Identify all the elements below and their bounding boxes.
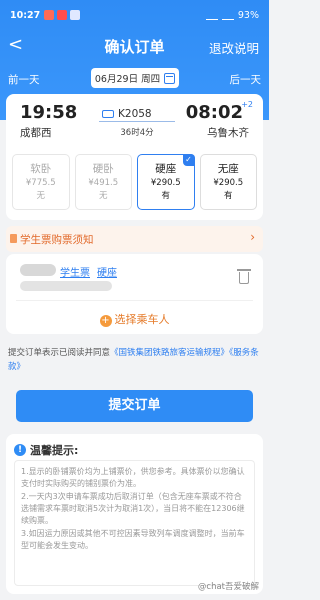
seat-option-soft-sleeper[interactable]: 软卧 ¥775.5 无	[12, 154, 70, 210]
info-icon: !	[14, 444, 26, 456]
tip-item: 1.显示的卧铺票价均为上铺票价，供您参考。具体票价以您确认支付时实际购买的铺别票…	[21, 467, 245, 488]
notification-icons	[44, 10, 80, 20]
tips-card: ! 温馨提示: 1.显示的卧铺票价均为上铺票价，供您参考。具体票价以您确认支付时…	[6, 434, 263, 594]
train-number-label: K2058	[118, 108, 152, 120]
app-notification-icon	[44, 10, 54, 20]
train-number[interactable]: K2058	[102, 108, 170, 120]
seat-options: 软卧 ¥775.5 无 硬卧 ¥491.5 无 ✓ 硬座 ¥290.5 有 无座…	[12, 154, 257, 210]
wifi-icon	[221, 12, 234, 20]
tips-content: 1.显示的卧铺票价均为上铺票价，供您参考。具体票价以您确认支付时实际购买的铺别票…	[14, 460, 255, 586]
passenger-name-redacted	[20, 264, 56, 276]
chevron-right-icon: ›	[250, 230, 255, 244]
next-day-button[interactable]: 后一天	[230, 72, 262, 87]
agreement-prefix: 提交订单表示已阅读并同意	[8, 348, 111, 358]
prev-day-button[interactable]: 前一天	[8, 72, 40, 87]
refund-rules-link[interactable]: 退改说明	[209, 38, 259, 57]
route-line	[99, 121, 175, 122]
status-time: 10:27	[10, 10, 41, 21]
tips-title: 温馨提示:	[30, 444, 79, 457]
app-notification-icon	[70, 10, 80, 20]
seat-availability: 无	[98, 191, 108, 201]
tip-item: 3.如因运力原因或其他不可控因素导致列车调度调整时，当前车型可能会发生变动。	[21, 529, 245, 550]
status-right: 93%	[205, 10, 259, 21]
seat-price: ¥775.5	[25, 178, 56, 188]
seat-price: ¥491.5	[88, 178, 119, 188]
tip-item: 2.一天内3次申请车票成功后取消订单（包含无座车票或不符合选铺需求车票时取消5次…	[21, 492, 245, 525]
notice-text: 学生票购票须知	[20, 234, 94, 246]
tips-header: ! 温馨提示:	[14, 442, 78, 458]
status-bar: 10:27 93%	[0, 0, 269, 30]
date-label: 06月29日 周四	[94, 74, 161, 85]
trash-icon[interactable]	[237, 269, 251, 284]
seat-availability: 无	[36, 191, 45, 201]
seat-name: 软卧	[30, 163, 52, 175]
date-picker[interactable]: 06月29日 周四	[91, 68, 179, 88]
student-ticket-notice[interactable]: 学生票购票须知 ›	[6, 226, 263, 252]
plus-circle-icon: +	[99, 315, 112, 327]
passenger-card: 学生票 硬座 + 选择乘车人	[6, 254, 263, 334]
date-bar: 前一天 06月29日 周四 后一天	[0, 68, 269, 90]
signal-icon	[205, 12, 218, 20]
calendar-icon	[164, 72, 176, 84]
arrival-station: 乌鲁木齐	[207, 127, 249, 139]
arrival-time: 08:02	[185, 102, 243, 123]
passenger-id-redacted	[20, 281, 112, 291]
departure-station: 成都西	[20, 127, 52, 139]
trip-card: 19:58 成都西 K2058 36时4分 08:02 +2 乌鲁木齐 软卧 ¥…	[6, 94, 263, 220]
select-passenger-button[interactable]: + 选择乘车人	[6, 311, 263, 327]
submit-order-button[interactable]: 提交订单	[16, 390, 253, 422]
seat-option-hard-sleeper[interactable]: 硬卧 ¥491.5 无	[74, 154, 132, 210]
departure-time: 19:58	[20, 102, 78, 123]
ticket-type-link[interactable]: 学生票	[60, 264, 90, 279]
seat-type-link[interactable]: 硬座	[97, 264, 117, 279]
battery-level: 93%	[237, 10, 259, 21]
seat-price: ¥290.5	[150, 178, 181, 188]
seat-price: ¥290.5	[213, 178, 244, 188]
nav-bar: < 确认订单 退改说明	[0, 34, 269, 60]
agreement-text: 提交订单表示已阅读并同意《国铁集团铁路旅客运输规程》《服务条款》	[8, 346, 263, 374]
seat-availability: 有	[161, 191, 170, 201]
seat-availability: 有	[223, 191, 233, 201]
divider	[16, 300, 253, 301]
seat-name: 无座	[217, 163, 239, 175]
notice-icon	[10, 234, 17, 243]
train-icon	[102, 110, 114, 118]
rules-link[interactable]: 《国铁集团铁路旅客运输规程》	[110, 348, 229, 358]
seat-option-no-seat[interactable]: 无座 ¥290.5 有	[199, 154, 257, 210]
arrival-day-offset: +2	[241, 100, 253, 109]
app-notification-icon	[57, 10, 67, 20]
select-passenger-label: 选择乘车人	[114, 313, 170, 326]
watermark: @chat吾爱破解	[197, 582, 259, 592]
selected-check-icon: ✓	[182, 154, 195, 166]
seat-option-hard-seat[interactable]: ✓ 硬座 ¥290.5 有	[137, 154, 195, 210]
seat-name: 硬卧	[92, 163, 114, 175]
trip-duration: 36时4分	[120, 128, 154, 138]
